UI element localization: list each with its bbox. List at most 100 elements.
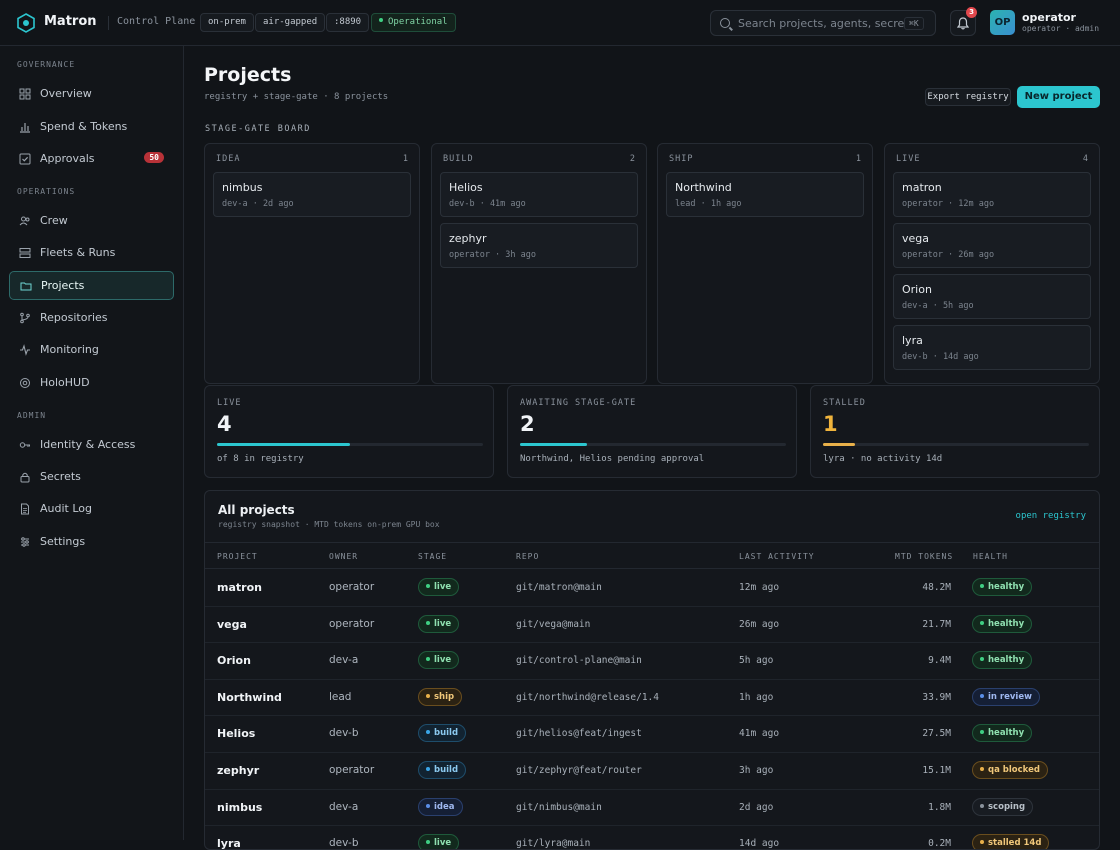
env-pill-port: :8890 xyxy=(326,13,370,32)
sidebar-item-crew[interactable]: Crew xyxy=(9,206,174,235)
stage-column-ship: SHIP 1 Northwind lead · 1h ago xyxy=(657,143,873,384)
table-row[interactable]: nimbus dev-a idea git/nimbus@main 2d ago 1.8M… xyxy=(205,790,1099,827)
card-meta: dev-b · 14d ago xyxy=(902,352,979,362)
table-row[interactable]: lyra dev-b live git/lyra@main 14d ago 0.2M sta… xyxy=(205,826,1099,849)
sidebar-item-label: Fleets & Runs xyxy=(40,246,116,259)
stage-label: live xyxy=(434,655,452,666)
cell-mtd-tokens: 21.7M xyxy=(922,618,951,630)
open-registry-link[interactable]: open registry xyxy=(1016,511,1086,521)
status-badge: Operational xyxy=(371,13,456,32)
card-name: lyra xyxy=(902,334,923,347)
table-row[interactable]: Northwind lead ship git/northwind@release/1… xyxy=(205,680,1099,717)
cell-repo[interactable]: git/matron@main xyxy=(516,582,602,593)
cell-project[interactable]: vega xyxy=(217,618,247,631)
column-header-stage[interactable]: STAGE xyxy=(418,552,447,561)
sidebar-item-label: Repositories xyxy=(40,311,108,324)
cell-project[interactable]: Orion xyxy=(217,654,251,667)
status-label: Operational xyxy=(388,17,448,27)
cell-repo[interactable]: git/zephyr@feat/router xyxy=(516,765,642,776)
table-row[interactable]: matron operator live git/matron@main 12m ago… xyxy=(205,570,1099,607)
stage-dot-icon xyxy=(426,767,430,771)
stage-badge: live xyxy=(418,651,460,670)
stage-label: ship xyxy=(434,691,455,702)
stage-label: build xyxy=(434,765,459,775)
stage-badge: live xyxy=(418,578,460,596)
column-header-repo[interactable]: REPO xyxy=(516,552,539,561)
new-project-button[interactable]: New project xyxy=(1017,86,1100,108)
sidebar-item-spend-tokens[interactable]: Spend & Tokens xyxy=(9,112,174,141)
table-row[interactable]: zephyr operator build git/zephyr@feat/route… xyxy=(205,753,1099,790)
stage-dot-icon xyxy=(426,803,430,808)
card-name: Northwind xyxy=(675,181,732,194)
cell-repo[interactable]: git/control-plane@main xyxy=(516,655,642,666)
project-card-lyra[interactable]: lyra dev-b · 14d ago xyxy=(893,325,1091,370)
project-card-orion[interactable]: Orion dev-a · 5h ago xyxy=(893,274,1091,319)
table-row[interactable]: vega operator live git/vega@main 26m ago 21.7… xyxy=(205,607,1099,644)
card-meta: dev-a · 5h ago xyxy=(902,301,974,311)
sidebar-item-approvals[interactable]: Approvals 50 xyxy=(9,144,174,173)
health-dot-icon xyxy=(980,657,984,662)
sidebar-item-repositories[interactable]: Repositories xyxy=(9,303,174,332)
health-dot-icon xyxy=(980,584,984,588)
search-icon xyxy=(720,18,730,28)
table-row[interactable]: Helios dev-b build git/helios@feat/ingest 41… xyxy=(205,716,1099,753)
avatar[interactable]: OP xyxy=(990,10,1015,35)
board-section-label: STAGE-GATE BOARD xyxy=(205,124,311,134)
project-card-nimbus[interactable]: nimbus dev-a · 2d ago xyxy=(213,172,411,217)
card-name: vega xyxy=(902,232,930,245)
stat-progress-fill xyxy=(520,443,587,446)
search-input[interactable] xyxy=(738,16,904,30)
sidebar-item-audit-log[interactable]: Audit Log xyxy=(9,494,174,523)
project-card-vega[interactable]: vega operator · 26m ago xyxy=(893,223,1091,268)
project-card-helios[interactable]: Helios dev-b · 41m ago xyxy=(440,172,638,217)
search-box[interactable]: ⌘K xyxy=(710,10,936,36)
cell-repo[interactable]: git/helios@feat/ingest xyxy=(516,728,642,739)
cell-project[interactable]: zephyr xyxy=(217,764,259,777)
cell-project[interactable]: Northwind xyxy=(217,691,282,704)
card-name: Helios xyxy=(449,181,483,194)
sidebar-item-monitoring[interactable]: Monitoring xyxy=(9,335,174,364)
sidebar-item-secrets[interactable]: Secrets xyxy=(9,462,174,491)
cell-project[interactable]: Helios xyxy=(217,727,255,740)
sidebar-item-fleets-runs[interactable]: Fleets & Runs xyxy=(9,238,174,267)
sidebar-item-overview[interactable]: Overview xyxy=(9,79,174,108)
table-header: PROJECT OWNER STAGE REPO LAST ACTIVITY M… xyxy=(205,542,1099,569)
cell-last-activity: 1h ago xyxy=(739,691,774,703)
project-card-matron[interactable]: matron operator · 12m ago xyxy=(893,172,1091,217)
project-card-zephyr[interactable]: zephyr operator · 3h ago xyxy=(440,223,638,268)
table-row[interactable]: Orion dev-a live git/control-plane@main 5h a… xyxy=(205,643,1099,680)
sidebar-item-label: Spend & Tokens xyxy=(40,120,128,133)
section-label-admin: ADMIN xyxy=(17,411,47,420)
stat-value: 2 xyxy=(520,412,535,436)
sidebar-item-projects[interactable]: Projects xyxy=(9,271,174,300)
health-dot-icon xyxy=(980,693,984,698)
cell-mtd-tokens: 15.1M xyxy=(922,765,951,776)
sidebar-item-label: Monitoring xyxy=(40,343,99,356)
sidebar-item-identity-access[interactable]: Identity & Access xyxy=(9,430,174,459)
stat-label: LIVE xyxy=(217,398,242,408)
cell-project[interactable]: matron xyxy=(217,581,262,594)
column-header: IDEA 1 xyxy=(216,154,408,164)
stat-note: lyra · no activity 14d xyxy=(823,454,943,464)
stage-dot-icon xyxy=(426,584,430,588)
cell-repo[interactable]: git/nimbus@main xyxy=(516,802,602,813)
cell-repo[interactable]: git/northwind@release/1.4 xyxy=(516,692,659,703)
sidebar-item-settings[interactable]: Settings xyxy=(9,527,174,556)
column-header-last-activity[interactable]: LAST ACTIVITY xyxy=(739,552,815,561)
lock-icon xyxy=(20,472,30,482)
project-card-northwind[interactable]: Northwind lead · 1h ago xyxy=(666,172,864,217)
cell-repo[interactable]: git/vega@main xyxy=(516,619,590,630)
stat-progress-track xyxy=(823,443,1089,446)
export-registry-button[interactable]: Export registry xyxy=(925,88,1011,106)
sidebar-item-holohud[interactable]: HoloHUD xyxy=(9,368,174,397)
column-header-mtd-tokens[interactable]: MTD TOKENS xyxy=(895,552,953,561)
stage-dot-icon xyxy=(426,657,430,662)
column-header-owner[interactable]: OWNER xyxy=(329,552,358,561)
stat-progress-fill xyxy=(823,443,855,446)
cell-project[interactable]: nimbus xyxy=(217,801,262,814)
health-badge: healthy xyxy=(972,578,1033,596)
column-header-project[interactable]: PROJECT xyxy=(217,552,258,561)
health-label: qa blocked xyxy=(988,765,1040,775)
column-header-health[interactable]: HEALTH xyxy=(973,552,1008,561)
cell-project[interactable]: lyra xyxy=(217,837,241,849)
